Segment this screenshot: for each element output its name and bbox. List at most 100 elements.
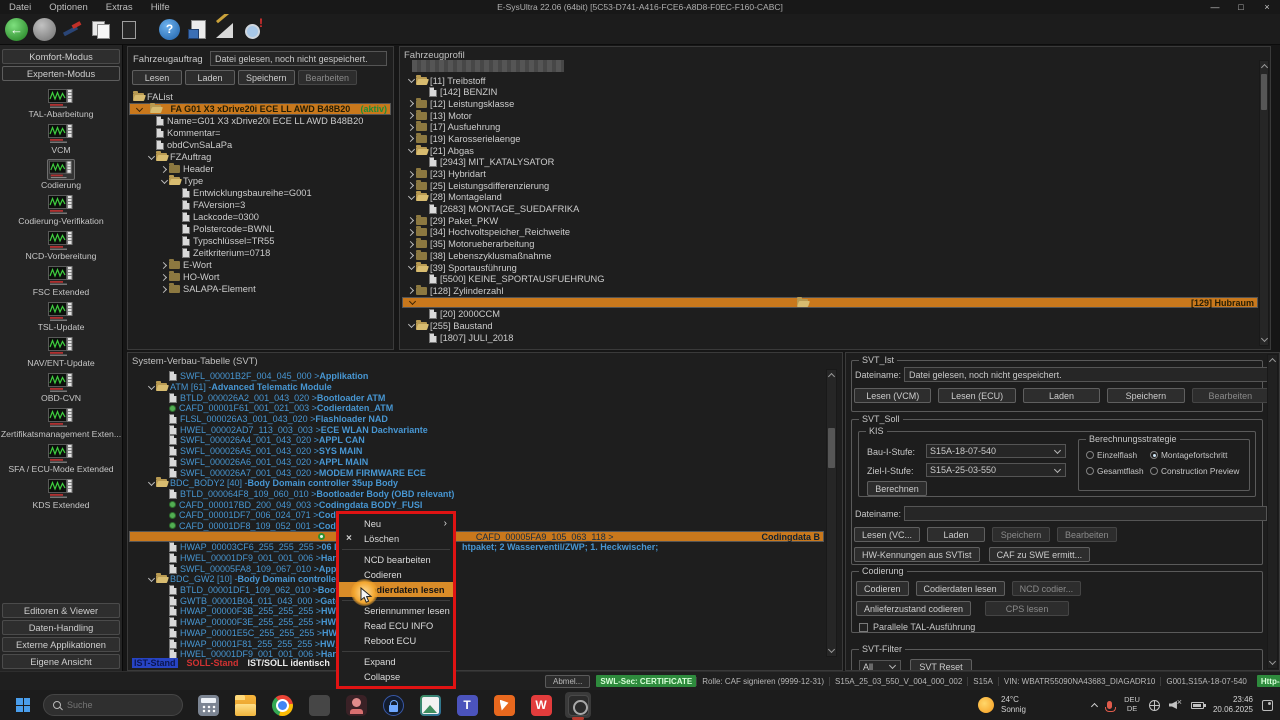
- svt-tree-row[interactable]: SWFL_000026A7_001_043_020 > MODEM FIRMWA…: [129, 467, 824, 478]
- notification-icon[interactable]: [1262, 699, 1273, 711]
- profile-tree-row[interactable]: [2683] MONTAGE_SUEDAFRIKA: [402, 203, 1258, 215]
- svt-tree-row[interactable]: GWTB_00001B04_011_043_000 > Gatewaytabl: [129, 595, 824, 606]
- view-button-daten-handling[interactable]: Daten-Handling: [2, 620, 120, 635]
- svt-tree-row[interactable]: SWFL_000026A5_001_043_020 > SYS MAIN: [129, 446, 824, 457]
- fa-button-lesen[interactable]: Lesen: [132, 70, 182, 85]
- tray-expand-icon[interactable]: [1090, 701, 1098, 709]
- sidebar-item-tal-abarbeitung[interactable]: TAL-Abarbeitung: [28, 88, 94, 119]
- taskbar-app-wps-office[interactable]: [528, 692, 554, 718]
- sidebar-item-codierung-verifikation[interactable]: Codierung-Verifikation: [18, 195, 104, 226]
- close-button[interactable]: ×: [1254, 0, 1280, 14]
- scroll-up-icon[interactable]: [1268, 355, 1277, 365]
- scroll-up-icon[interactable]: [827, 370, 836, 380]
- view-button-externe-applikationen[interactable]: Externe Applikationen: [2, 637, 120, 652]
- profile-tree-row[interactable]: [13] Motor: [402, 109, 1258, 122]
- menu-optionen[interactable]: Optionen: [40, 2, 97, 13]
- context-item-neu[interactable]: Neu ›: [339, 516, 453, 531]
- fa-tree-row[interactable]: SALAPA-Element: [129, 283, 391, 295]
- svt-tree-row[interactable]: HWEL_00002AD7_113_003_003 > ECE WLAN Dac…: [129, 424, 824, 435]
- radio-construction-preview[interactable]: Construction Preview: [1150, 466, 1244, 476]
- expand-arrow-icon[interactable]: [406, 113, 416, 118]
- profile-tree-row[interactable]: [2943] MIT_KATALYSATOR: [402, 157, 1258, 169]
- svtist-button-speichern[interactable]: Speichern: [1107, 388, 1185, 403]
- clock[interactable]: 23:46 20.06.2025: [1213, 695, 1253, 716]
- ziel-i-stufe-select[interactable]: S15A-25-03-550: [926, 463, 1066, 477]
- ist-dateiname-input[interactable]: [904, 367, 1269, 382]
- codierung-button-cps-lesen[interactable]: CPS lesen: [985, 601, 1070, 616]
- forward-icon[interactable]: [33, 17, 56, 41]
- expand-arrow-icon[interactable]: [406, 125, 416, 130]
- expand-arrow-icon[interactable]: [407, 301, 417, 304]
- logout-button[interactable]: Abmel...: [545, 674, 591, 688]
- radio-montagefortschritt[interactable]: Montagefortschritt: [1150, 450, 1244, 460]
- svt-tree-row[interactable]: HWEL_00001DF9_001_001_006 > Hardware: [129, 553, 824, 564]
- svtsoll-button-lesen-vc[interactable]: Lesen (VC...: [854, 527, 921, 542]
- profile-tree-row[interactable]: [12] Leistungsklasse: [402, 97, 1258, 110]
- expand-arrow-icon[interactable]: [406, 136, 416, 141]
- menu-hilfe[interactable]: Hilfe: [142, 2, 179, 13]
- profile-tree-row[interactable]: [17] Ausfuehrung: [402, 121, 1258, 133]
- svt-tree-row[interactable]: CAFD_00005FA9_105_063_118 > Codingdata B: [129, 531, 824, 542]
- berechnen-button[interactable]: Berechnen: [867, 481, 927, 496]
- profile-tree-row[interactable]: [1807] JULI_2018: [402, 332, 1258, 344]
- mode-button-komfort-modus[interactable]: Komfort-Modus: [2, 49, 120, 64]
- svtsoll-button-caf-zu-swe-ermitt[interactable]: CAF zu SWE ermitt...: [988, 547, 1091, 562]
- scroll-thumb[interactable]: [1261, 74, 1267, 110]
- taskbar-app-eset-security[interactable]: [380, 692, 406, 718]
- expand-arrow-icon[interactable]: [406, 172, 416, 177]
- taskbar-app-esys[interactable]: [565, 692, 591, 720]
- profile-tree-row[interactable]: [34] Hochvoltspeicher_Reichweite: [402, 226, 1258, 239]
- svt-tree-row[interactable]: SWFL_00005FA8_109_067_010 > Application …: [129, 563, 824, 574]
- svt-tree-row[interactable]: BDC_BODY2 [40] - Body Domain controller …: [129, 477, 824, 489]
- taskbar-app-calculator[interactable]: [195, 692, 221, 718]
- fa-tree-row[interactable]: Lackcode=0300: [129, 211, 391, 223]
- speaker-muted-icon[interactable]: [1169, 697, 1182, 710]
- profile-tree-row[interactable]: [129] Hubraum: [402, 296, 1258, 309]
- fa-tree-row[interactable]: Entwicklungsbaureihe=G001: [129, 187, 391, 199]
- profile-tree-row[interactable]: [28] Montageland: [402, 191, 1258, 204]
- microphone-icon[interactable]: [1104, 701, 1116, 712]
- fa-tree-row[interactable]: Polstercode=BWNL: [129, 223, 391, 235]
- context-item-read-ecu-info[interactable]: Read ECU INFO: [339, 618, 453, 633]
- fa-tree-row[interactable]: Type: [129, 175, 391, 187]
- svt-tree-row[interactable]: CAFD_00001DF7_006_024_071 > Codingdata B: [129, 510, 824, 521]
- expand-arrow-icon[interactable]: [159, 180, 169, 183]
- expand-arrow-icon[interactable]: [146, 578, 156, 581]
- sidebar-item-tsl-update[interactable]: TSL-Update: [38, 301, 84, 332]
- language-indicator[interactable]: DEU DE: [1124, 696, 1140, 713]
- maximize-button[interactable]: □: [1228, 0, 1254, 14]
- bau-i-stufe-select[interactable]: S15A-18-07-540: [926, 444, 1066, 458]
- taskbar-app-file-explorer[interactable]: [232, 692, 258, 718]
- context-item-expand[interactable]: Expand: [339, 654, 453, 669]
- svt-tree-row[interactable]: CAFD_00001DF8_109_052_001 > Codingdata B: [129, 521, 824, 532]
- sidebar-item-obd-cvn[interactable]: OBD-CVN: [41, 372, 81, 403]
- fa-tree-row[interactable]: HO-Wort: [129, 271, 391, 283]
- radio-einzelflash[interactable]: Einzelflash: [1086, 450, 1150, 460]
- search-input[interactable]: [67, 700, 162, 710]
- expand-arrow-icon[interactable]: [406, 183, 416, 188]
- profile-tree-row[interactable]: [5500] KEINE_SPORTAUSFUEHRUNG: [402, 273, 1258, 285]
- taskbar-app-wps-pdf[interactable]: [491, 692, 517, 718]
- view-button-editoren-viewer[interactable]: Editoren & Viewer: [2, 603, 120, 618]
- menu-datei[interactable]: Datei: [0, 2, 40, 13]
- expand-arrow-icon[interactable]: [406, 101, 416, 106]
- right-panel-scrollbar[interactable]: [1267, 354, 1278, 669]
- codierung-button-anlieferzustand-codieren[interactable]: Anlieferzustand codieren: [856, 601, 972, 616]
- mode-button-experten-modus[interactable]: Experten-Modus: [2, 66, 120, 81]
- expand-arrow-icon[interactable]: [159, 287, 169, 292]
- profile-tree-row[interactable]: [23] Hybridart: [402, 168, 1258, 180]
- expand-arrow-icon[interactable]: [146, 482, 156, 485]
- expand-arrow-icon[interactable]: [406, 266, 416, 269]
- expand-arrow-icon[interactable]: [406, 196, 416, 199]
- fa-tree-row[interactable]: FZAuftrag: [129, 151, 391, 163]
- network-icon[interactable]: [1148, 699, 1160, 711]
- profile-tree-row[interactable]: [29] Paket_PKW: [402, 214, 1258, 227]
- copy-icon[interactable]: [89, 18, 112, 41]
- fa-status-input[interactable]: [210, 51, 387, 66]
- svtist-button-laden[interactable]: Laden: [1022, 388, 1101, 403]
- svt-tree-row[interactable]: BDC_GW2 [10] - Body Domain controller 35…: [129, 573, 824, 585]
- expand-arrow-icon[interactable]: [406, 242, 416, 247]
- read-data-icon[interactable]: [186, 18, 209, 41]
- svt-tree-row[interactable]: CAFD_00001F61_001_021_003 > Codierdaten_…: [129, 403, 824, 414]
- sidebar-item-fsc-extended[interactable]: FSC Extended: [33, 266, 89, 297]
